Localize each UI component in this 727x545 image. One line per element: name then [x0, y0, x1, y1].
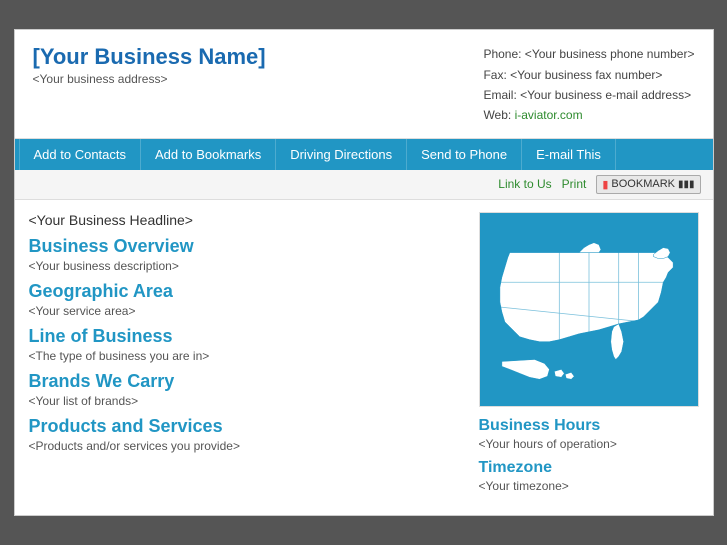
section-desc-timezone: <Your timezone> — [479, 479, 699, 493]
section-title-products: Products and Services — [29, 416, 463, 437]
web-info: Web: i-aviator.com — [483, 105, 694, 125]
header-left: [Your Business Name] <Your business addr… — [33, 44, 266, 126]
section-desc-overview: <Your business description> — [29, 259, 463, 273]
bookmark-label: BOOKMARK — [611, 178, 675, 190]
us-map — [480, 213, 698, 406]
header-right: Phone: <Your business phone number> Fax:… — [483, 44, 694, 126]
bookmark-icons-extra: ▮▮▮ — [678, 179, 695, 190]
main-content: <Your Business Headline> Business Overvi… — [15, 200, 713, 515]
section-title-brands: Brands We Carry — [29, 371, 463, 392]
navbar: Add to Contacts Add to Bookmarks Driving… — [15, 139, 713, 170]
section-desc-brands: <Your list of brands> — [29, 394, 463, 408]
nav-driving-directions[interactable]: Driving Directions — [276, 139, 407, 170]
nav-send-to-phone[interactable]: Send to Phone — [407, 139, 522, 170]
business-headline: <Your Business Headline> — [29, 212, 463, 228]
section-title-lob: Line of Business — [29, 326, 463, 347]
phone-info: Phone: <Your business phone number> — [483, 44, 694, 64]
bookmark-icon: ▮ — [602, 178, 608, 191]
section-title-timezone: Timezone — [479, 459, 699, 477]
content-right: Business Hours <Your hours of operation>… — [479, 212, 699, 501]
nav-add-contacts[interactable]: Add to Contacts — [19, 139, 142, 170]
toolbar: Link to Us Print ▮ BOOKMARK ▮▮▮ — [15, 170, 713, 200]
section-desc-products: <Products and/or services you provide> — [29, 439, 463, 453]
print-link[interactable]: Print — [562, 177, 587, 191]
header: [Your Business Name] <Your business addr… — [15, 30, 713, 139]
business-address: <Your business address> — [33, 72, 266, 86]
section-desc-hours: <Your hours of operation> — [479, 437, 699, 451]
section-desc-geo: <Your service area> — [29, 304, 463, 318]
nav-add-bookmarks[interactable]: Add to Bookmarks — [141, 139, 276, 170]
map-container — [479, 212, 699, 407]
link-to-us[interactable]: Link to Us — [498, 177, 551, 191]
business-name: [Your Business Name] — [33, 44, 266, 70]
fax-info: Fax: <Your business fax number> — [483, 65, 694, 85]
email-info: Email: <Your business e-mail address> — [483, 85, 694, 105]
bookmark-button[interactable]: ▮ BOOKMARK ▮▮▮ — [596, 175, 700, 194]
content-left: <Your Business Headline> Business Overvi… — [29, 212, 463, 501]
content-left-inner: <Your Business Headline> Business Overvi… — [29, 212, 463, 459]
web-link[interactable]: i-aviator.com — [515, 108, 583, 122]
section-desc-lob: <The type of business you are in> — [29, 349, 463, 363]
section-title-overview: Business Overview — [29, 236, 463, 257]
section-title-geo: Geographic Area — [29, 281, 463, 302]
nav-email-this[interactable]: E-mail This — [522, 139, 616, 170]
page-container: [Your Business Name] <Your business addr… — [14, 29, 714, 516]
section-title-hours: Business Hours — [479, 417, 699, 435]
